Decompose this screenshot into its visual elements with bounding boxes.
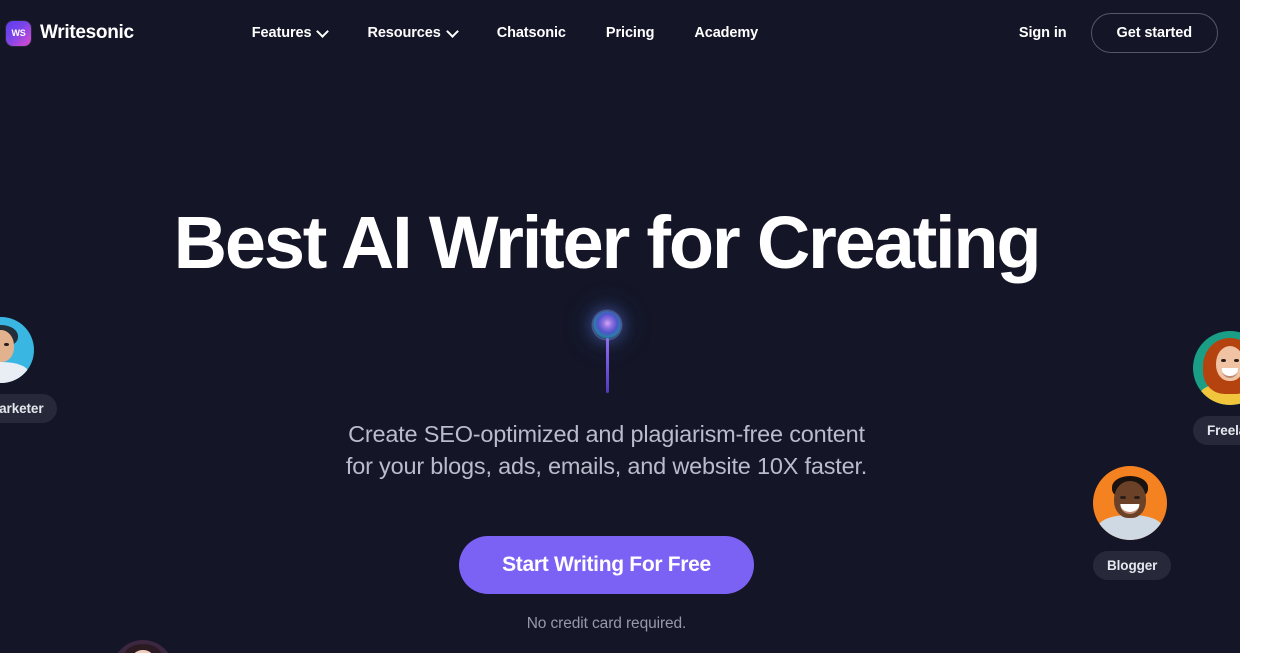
text-caret-icon <box>606 338 609 393</box>
nav-label-chatsonic: Chatsonic <box>496 25 566 41</box>
header-actions: Sign in Get started <box>1009 13 1218 53</box>
hero-subtitle-line-2: for your blogs, ads, emails, and website… <box>345 453 868 480</box>
ai-orb-icon <box>593 311 621 339</box>
browser-viewport: WS Writesonic Features Resources Chatson… <box>0 0 1240 653</box>
nav-label-academy: Academy <box>694 25 759 41</box>
brand-mark-text: WS <box>11 27 26 38</box>
nav-item-chatsonic[interactable]: Chatsonic <box>477 19 586 47</box>
nav-item-pricing[interactable]: Pricing <box>586 19 674 47</box>
cta-note: No credit card required. <box>526 615 687 632</box>
get-started-button[interactable]: Get started <box>1090 13 1218 53</box>
site-header: WS Writesonic Features Resources Chatson… <box>0 0 1240 66</box>
vertical-scrollbar[interactable] <box>1240 0 1270 653</box>
brand-logo-link[interactable]: WS Writesonic <box>6 20 134 46</box>
nav-item-features[interactable]: Features <box>232 19 348 47</box>
nav-label-features: Features <box>251 25 312 41</box>
nav-item-academy[interactable]: Academy <box>674 19 778 47</box>
avatar-freelancer[interactable] <box>1193 331 1240 405</box>
chevron-down-icon <box>448 27 457 36</box>
persona-card-writer[interactable]: Writer <box>112 640 178 653</box>
sign-in-link[interactable]: Sign in <box>1009 17 1077 49</box>
chevron-down-icon <box>318 27 327 36</box>
brand-name: Writesonic <box>40 22 134 43</box>
nav-label-resources: Resources <box>367 25 441 41</box>
avatar-marketer[interactable] <box>0 317 34 383</box>
nav-label-pricing: Pricing <box>605 25 655 41</box>
writesonic-logo-icon: WS <box>6 20 31 46</box>
ai-typing-cursor <box>593 311 621 393</box>
avatar-writer[interactable] <box>112 640 174 653</box>
hero-cta-group: Start Writing For Free No credit card re… <box>0 536 1213 633</box>
persona-card-marketer[interactable]: Marketer <box>0 317 58 423</box>
hero-title: Best AI Writer for Creating <box>173 201 1042 284</box>
nav-item-resources[interactable]: Resources <box>347 19 476 47</box>
hero-section: Best AI Writer for Creating Create SEO-o… <box>0 0 1240 653</box>
hero-subtitle-line-1: Create SEO-optimized and plagiarism-free… <box>348 421 865 447</box>
start-writing-for-free-button[interactable]: Start Writing For Free <box>459 536 754 594</box>
primary-navigation: Features Resources Chatsonic Pricing Aca… <box>232 19 778 47</box>
page-root: WS Writesonic Features Resources Chatson… <box>0 0 1270 653</box>
hero-subtitle: Create SEO-optimized and plagiarism-free… <box>0 418 1213 483</box>
